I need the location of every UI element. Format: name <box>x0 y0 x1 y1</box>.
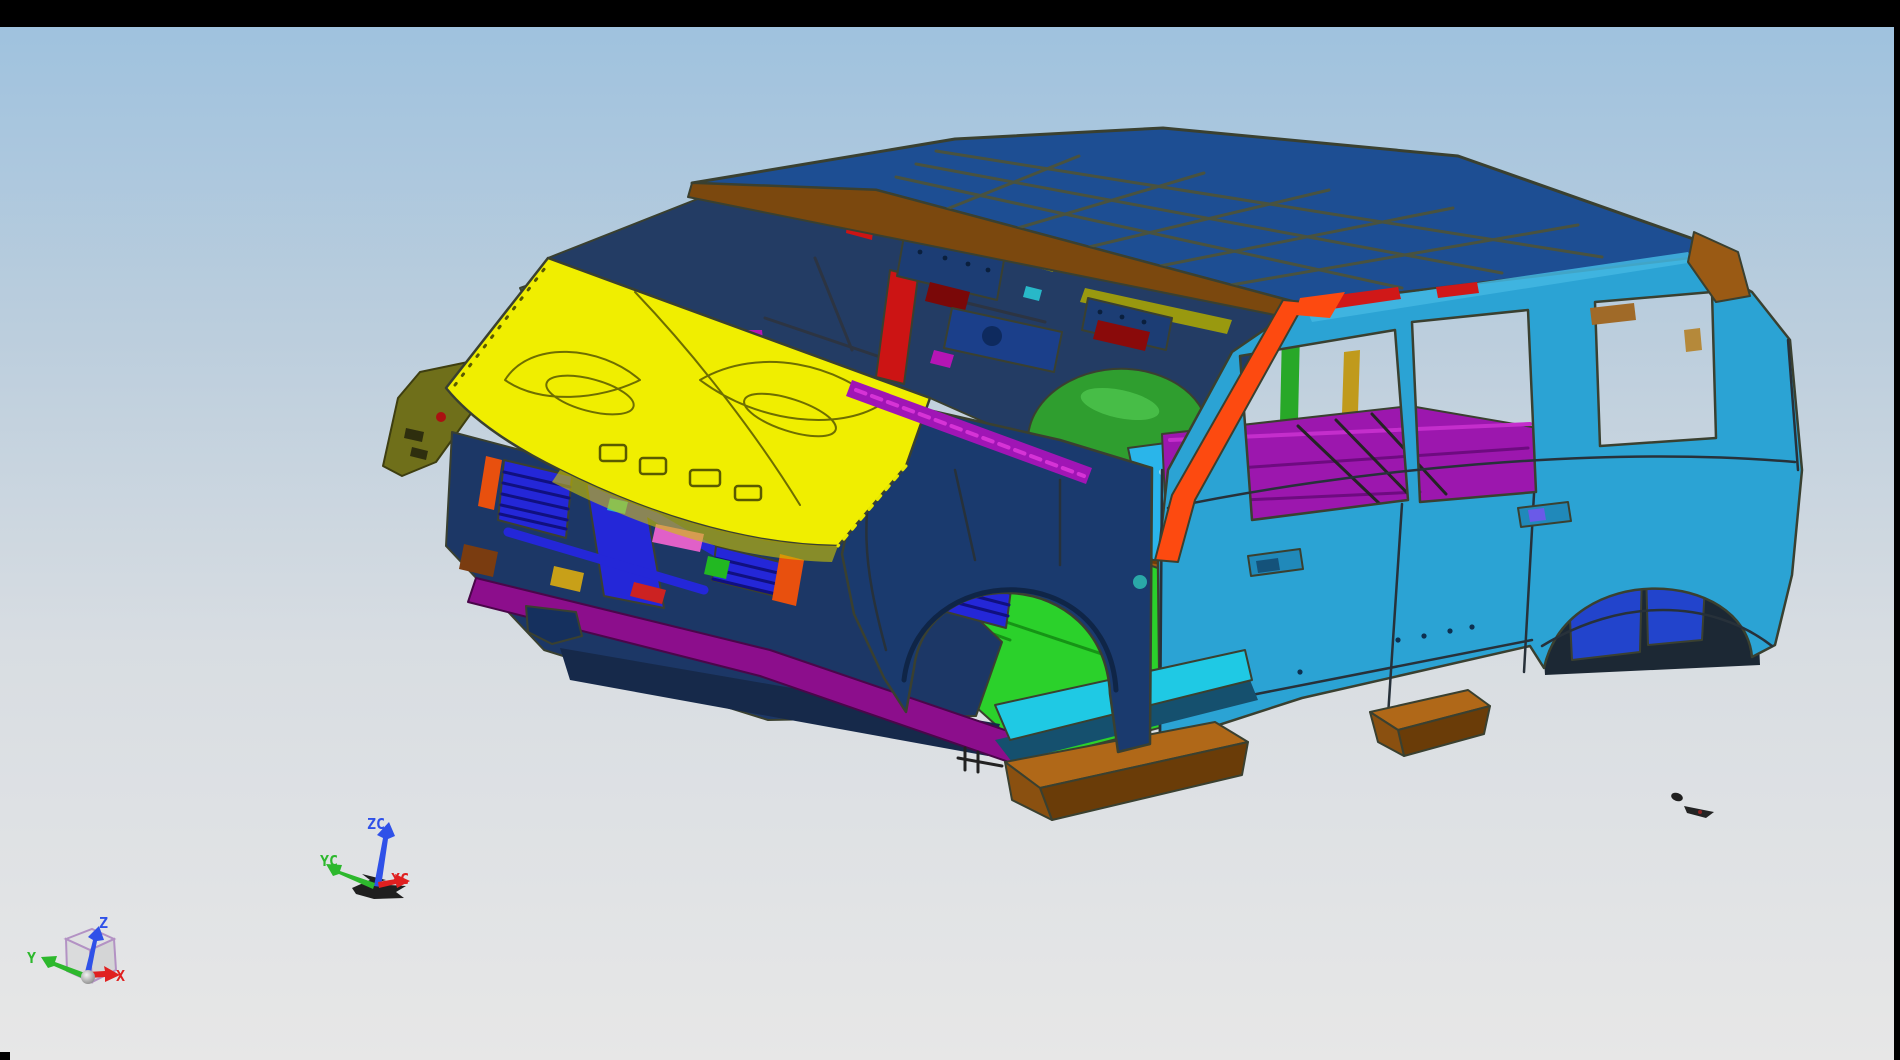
loose-parts <box>1670 791 1714 818</box>
view-origin-sphere <box>81 970 95 984</box>
fender-red-grommet <box>436 412 446 422</box>
door-handle-rear-chip <box>1528 508 1546 522</box>
fender-teal-grommet <box>1133 575 1147 589</box>
quarter-window-tan-strip <box>1590 303 1636 325</box>
view-y-label: Y <box>27 949 36 967</box>
window-right-frame <box>1894 0 1900 1060</box>
view-z-label: Z <box>99 914 108 932</box>
model-scene: ZC YC XC Z Y X <box>0 0 1900 1060</box>
wcs-triad[interactable]: ZC YC XC <box>320 815 410 899</box>
view-x-label: X <box>116 967 125 985</box>
wcs-xc-label: XC <box>391 870 409 888</box>
view-triad[interactable]: Z Y X <box>27 914 125 985</box>
cad-application-window: ZC YC XC Z Y X <box>0 0 1900 1060</box>
window-corner-chip <box>0 1052 10 1060</box>
wcs-yc-label: YC <box>320 852 338 870</box>
wcs-zc-label: ZC <box>367 815 385 833</box>
debris-red-dot <box>1698 810 1702 814</box>
debris-bracket-small[interactable] <box>1670 791 1684 803</box>
quarter-window-tan-bracket <box>1684 328 1702 352</box>
window-top-frame <box>0 0 1900 27</box>
steering-column-hole <box>982 326 1002 346</box>
